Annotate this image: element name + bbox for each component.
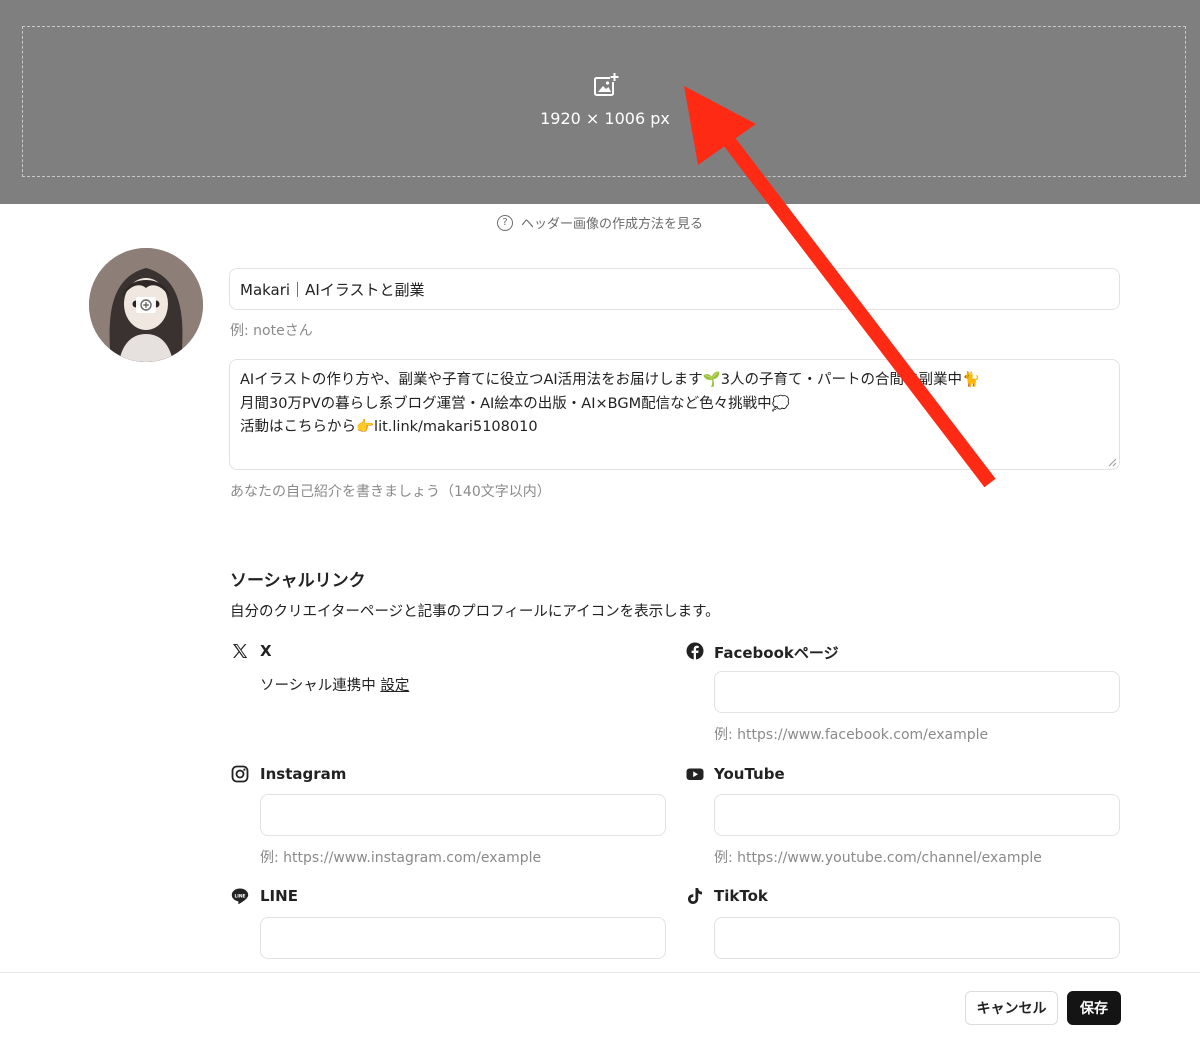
x-label: X [260, 642, 272, 660]
facebook-label: Facebookページ [714, 644, 839, 662]
cancel-button[interactable]: キャンセル [965, 991, 1058, 1025]
instagram-label: Instagram [260, 765, 347, 783]
youtube-icon [686, 768, 704, 780]
tiktok-icon [688, 888, 702, 904]
youtube-hint: 例: https://www.youtube.com/channel/examp… [714, 850, 1042, 866]
youtube-label: YouTube [714, 765, 785, 783]
instagram-url-input[interactable] [260, 794, 666, 836]
instagram-hint: 例: https://www.instagram.com/example [260, 850, 542, 866]
camera-add-icon [136, 297, 156, 313]
header-image-size-label: 1920 × 1006 px [540, 109, 670, 128]
creator-name-input[interactable] [229, 268, 1120, 310]
bio-textarea[interactable]: AIイラストの作り方や、副業や子育てに役立つAI活用法をお届けします🌱3人の子育… [229, 359, 1120, 470]
bio-line: AIイラストの作り方や、副業や子育てに役立つAI活用法をお届けします🌱3人の子育… [240, 372, 980, 388]
bio-hint: あなたの自己紹介を書きましょう（140文字以内） [230, 484, 551, 500]
avatar[interactable] [89, 248, 203, 362]
header-image-dropzone[interactable]: 1920 × 1006 px [22, 26, 1186, 177]
resize-grip-icon[interactable] [1107, 457, 1117, 467]
header-help-label: ヘッダー画像の作成方法を見る [520, 217, 703, 232]
header-help-link[interactable]: ? ヘッダー画像の作成方法を見る [0, 213, 1200, 232]
x-connection-status: ソーシャル連携中 設定 [260, 674, 409, 695]
line-url-input[interactable] [260, 917, 666, 959]
x-status-text: ソーシャル連携中 [260, 678, 376, 694]
tiktok-label: TikTok [714, 887, 768, 905]
facebook-url-input[interactable] [714, 671, 1120, 713]
youtube-url-input[interactable] [714, 794, 1120, 836]
add-image-icon [594, 72, 619, 96]
facebook-icon [686, 642, 704, 660]
x-logo-icon [233, 644, 248, 658]
social-links-description: 自分のクリエイターページと記事のプロフィールにアイコンを表示します。 [230, 604, 720, 620]
bio-line: 活動はこちらから👉lit.link/makari5108010 [240, 419, 538, 435]
creator-name-hint: 例: noteさん [230, 323, 313, 339]
header-image-area: 1920 × 1006 px [0, 0, 1200, 204]
facebook-hint: 例: https://www.facebook.com/example [714, 727, 989, 743]
bio-line: 月間30万PVの暮らし系ブログ運営・AI絵本の出版・AI×BGM配信など色々挑戦… [240, 395, 790, 412]
action-footer: キャンセル 保存 [0, 972, 1200, 1038]
social-links-title: ソーシャルリンク [230, 571, 366, 591]
x-settings-link[interactable]: 設定 [380, 678, 409, 694]
question-circle-icon: ? [496, 214, 513, 231]
line-label: LINE [260, 887, 298, 905]
line-icon: LINE [231, 888, 249, 905]
save-button[interactable]: 保存 [1067, 991, 1121, 1025]
tiktok-url-input[interactable] [714, 917, 1120, 959]
instagram-icon [231, 765, 249, 783]
svg-text:LINE: LINE [234, 893, 245, 899]
